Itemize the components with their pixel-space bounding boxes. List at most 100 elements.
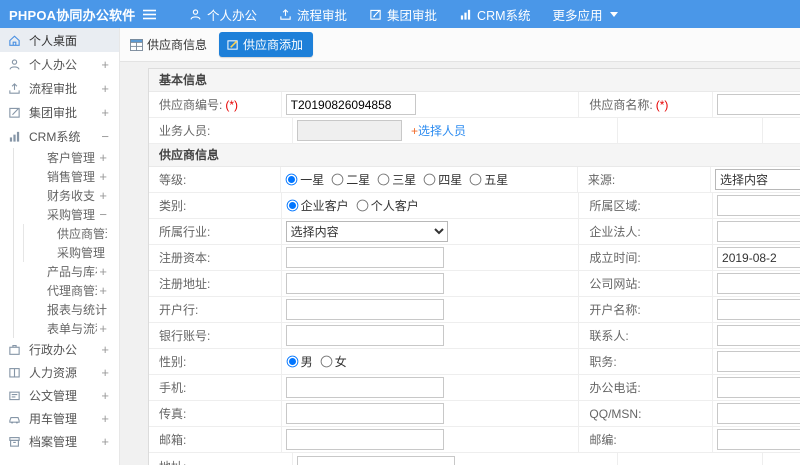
- sidebar-item-supplier-mgmt[interactable]: 供应商管理: [24, 224, 119, 243]
- sidebar-item-group-approval[interactable]: 集团审批 +: [0, 100, 119, 124]
- level-option[interactable]: 一星: [285, 171, 324, 188]
- field-label: 性别:: [149, 349, 282, 374]
- gender-option[interactable]: 男: [286, 353, 313, 370]
- table-icon: [130, 38, 143, 51]
- sidebar-item-reports-stats[interactable]: 报表与统计: [14, 300, 119, 319]
- collapse-minus-icon[interactable]: −: [99, 207, 107, 222]
- email-input[interactable]: [285, 429, 444, 450]
- expand-plus-icon[interactable]: +: [99, 321, 107, 336]
- staff-input[interactable]: [297, 120, 402, 141]
- registered-capital-input[interactable]: [285, 247, 444, 268]
- category-option[interactable]: 个人客户: [356, 197, 419, 214]
- sidebar-item-purchase-mgmt[interactable]: 采购管理 −: [14, 205, 119, 224]
- top-navigation: 个人办公 流程审批 集团审批 CRM系统 更多应用: [167, 5, 618, 24]
- expand-plus-icon[interactable]: +: [99, 188, 107, 203]
- fax-input[interactable]: [285, 403, 444, 424]
- sidebar-item-document-mgmt[interactable]: 公文管理 +: [0, 384, 119, 407]
- registered-address-input[interactable]: [285, 273, 444, 294]
- level-option[interactable]: 四星: [423, 171, 462, 188]
- expand-plus-icon[interactable]: +: [99, 283, 107, 298]
- nav-more-apps[interactable]: 更多应用: [553, 5, 618, 24]
- field-label: 办公电话:: [579, 375, 714, 400]
- sidebar-item-finance[interactable]: 财务收支 +: [14, 186, 119, 205]
- bank-account-input[interactable]: [285, 325, 444, 346]
- account-name-input[interactable]: [717, 299, 800, 320]
- expand-plus-icon[interactable]: +: [101, 434, 109, 449]
- field-label: 注册地址:: [149, 271, 282, 296]
- contact-person-input[interactable]: [717, 325, 800, 346]
- book-icon: [8, 366, 24, 379]
- sidebar-item-product-inventory[interactable]: 产品与库存 +: [14, 262, 119, 281]
- user-icon: [189, 8, 202, 21]
- sidebar-item-agent-mgmt[interactable]: 代理商管理 +: [14, 281, 119, 300]
- form-row: 性别: 男 女 职务:: [149, 349, 800, 375]
- form-row: 注册地址: 公司网站:: [149, 271, 800, 297]
- established-date-input[interactable]: [717, 247, 800, 268]
- expand-plus-icon[interactable]: +: [101, 81, 109, 96]
- nav-crm-system[interactable]: CRM系统: [459, 5, 531, 24]
- field-label: [618, 453, 763, 465]
- supplier-no-input[interactable]: [285, 94, 416, 115]
- address-input[interactable]: [297, 455, 455, 465]
- sidebar-item-personal-office[interactable]: 个人办公 +: [0, 52, 119, 76]
- sidebar-item-purchase-mgmt-sub[interactable]: 采购管理: [24, 243, 119, 262]
- field-label: 成立时间:: [579, 245, 714, 270]
- form-row: 开户行: 开户名称:: [149, 297, 800, 323]
- expand-plus-icon[interactable]: +: [101, 365, 109, 380]
- sidebar-item-crm-system[interactable]: CRM系统 −: [0, 124, 119, 148]
- collapse-minus-icon[interactable]: −: [101, 129, 109, 144]
- expand-plus-icon[interactable]: +: [101, 411, 109, 426]
- sidebar-item-vehicle-mgmt[interactable]: 用车管理 +: [0, 407, 119, 430]
- choose-staff-link[interactable]: +选择人员: [411, 122, 466, 139]
- field-label: 公司网站:: [579, 271, 714, 296]
- qq-msn-input[interactable]: [717, 403, 800, 424]
- position-input[interactable]: [717, 351, 800, 372]
- form-row: 业务人员: +选择人员: [149, 118, 800, 144]
- region-input[interactable]: [717, 195, 800, 216]
- level-option[interactable]: 三星: [377, 171, 416, 188]
- expand-plus-icon[interactable]: +: [99, 264, 107, 279]
- nav-label: 流程审批: [297, 8, 348, 23]
- expand-plus-icon[interactable]: +: [101, 105, 109, 120]
- company-website-input[interactable]: [717, 273, 800, 294]
- level-option[interactable]: 五星: [469, 171, 508, 188]
- sidebar-item-admin-office[interactable]: 行政办公 +: [0, 338, 119, 361]
- expand-plus-icon[interactable]: +: [99, 169, 107, 184]
- category-radio-group: 企业客户 个人客户: [286, 197, 426, 214]
- tab-supplier-info[interactable]: 供应商信息: [130, 36, 207, 53]
- form-row: 类别: 企业客户 个人客户 所属区域:: [149, 193, 800, 219]
- field-label: 业务人员:: [149, 118, 293, 143]
- sidebar-item-personal-desktop[interactable]: 个人桌面: [0, 28, 119, 52]
- sidebar-item-form-flow-settings[interactable]: 表单与流程设置 +: [14, 319, 119, 338]
- level-option[interactable]: 二星: [331, 171, 370, 188]
- sidebar-item-hr[interactable]: 人力资源 +: [0, 361, 119, 384]
- industry-select[interactable]: 选择内容: [285, 221, 448, 242]
- zip-code-input[interactable]: [717, 429, 800, 450]
- tab-supplier-add[interactable]: 供应商添加: [219, 32, 314, 57]
- menu-toggle-icon[interactable]: [142, 8, 157, 21]
- nav-workflow-approval[interactable]: 流程审批: [279, 5, 347, 24]
- legal-person-input[interactable]: [717, 221, 800, 242]
- field-label: 开户行:: [149, 297, 282, 322]
- gender-option[interactable]: 女: [320, 353, 347, 370]
- sidebar-item-sales-mgmt[interactable]: 销售管理 +: [14, 167, 119, 186]
- sidebar-item-workflow-approval[interactable]: 流程审批 +: [0, 76, 119, 100]
- expand-plus-icon[interactable]: +: [99, 150, 107, 165]
- sidebar-item-label: 人力资源: [29, 366, 78, 380]
- sidebar-item-archive-mgmt[interactable]: 档案管理 +: [0, 430, 119, 453]
- expand-plus-icon[interactable]: +: [101, 342, 109, 357]
- sidebar-item-customer-mgmt[interactable]: 客户管理 +: [14, 148, 119, 167]
- bank-branch-input[interactable]: [285, 299, 444, 320]
- expand-plus-icon[interactable]: +: [101, 388, 109, 403]
- sidebar-item-label: CRM系统: [29, 129, 81, 144]
- office-phone-input[interactable]: [717, 377, 800, 398]
- nav-personal-office[interactable]: 个人办公: [189, 5, 257, 24]
- expand-plus-icon[interactable]: +: [101, 57, 109, 72]
- nav-group-approval[interactable]: 集团审批: [369, 5, 437, 24]
- section-header-supplier: 供应商信息: [149, 144, 800, 167]
- document-icon: [8, 389, 24, 402]
- category-option[interactable]: 企业客户: [286, 197, 349, 214]
- mobile-input[interactable]: [285, 377, 444, 398]
- supplier-name-input[interactable]: [717, 94, 800, 115]
- source-select[interactable]: 选择内容: [715, 169, 800, 190]
